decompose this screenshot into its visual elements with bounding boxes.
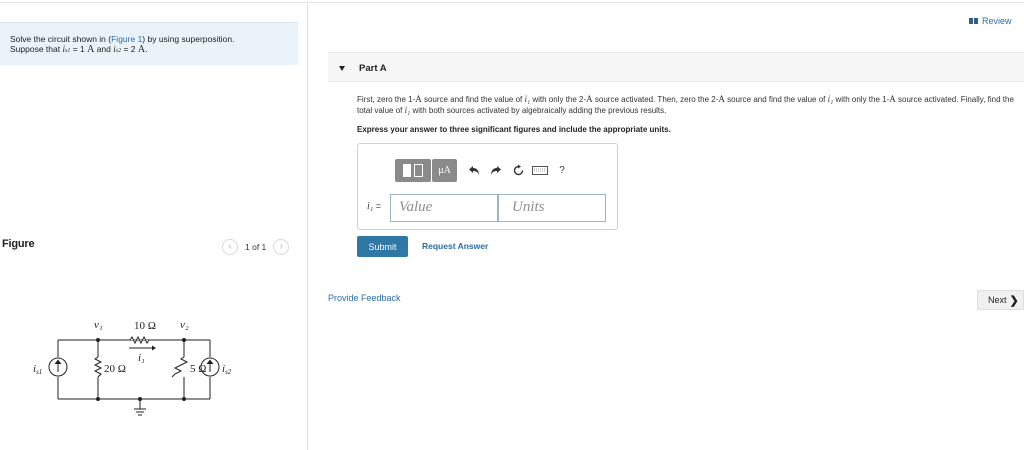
answer-box: μA ? i₁ = Value Units (357, 143, 618, 230)
units-button[interactable]: μA (432, 158, 457, 182)
math-toolbar: μA ? (395, 158, 573, 182)
figure-pager: ‹ 1 of 1 › (222, 239, 290, 255)
pane-divider (307, 2, 308, 450)
value-input[interactable]: Value (390, 194, 498, 222)
undo-icon (469, 165, 479, 175)
template-fraction-icon (414, 163, 423, 177)
keyboard-icon (532, 165, 548, 175)
circuit-diagram: v₁ 10 Ω v₂ i₁ 20 Ω 5 Ω is1 is2 (33, 319, 232, 416)
node-bottom-right-dot (182, 397, 186, 401)
figure-next-button[interactable]: › (273, 239, 290, 255)
answer-format-hint: Express your answer to three significant… (357, 125, 671, 134)
request-answer-link[interactable]: Request Answer (422, 241, 488, 251)
node-v1-dot (96, 338, 100, 342)
help-button[interactable]: ? (551, 159, 573, 182)
provide-feedback-link[interactable]: Provide Feedback (328, 293, 401, 303)
part-title: Part A (359, 63, 387, 74)
label-v1: v₁ (94, 319, 103, 331)
next-button[interactable]: Next ❯ (977, 290, 1024, 310)
templates-button[interactable] (395, 158, 431, 182)
review-label: Review (982, 16, 1012, 26)
label-is2: is2 (222, 363, 232, 376)
reset-button[interactable] (507, 159, 529, 182)
template-block-icon (403, 163, 411, 177)
node-bottom-left-dot (96, 397, 100, 401)
undo-button[interactable] (463, 159, 485, 182)
node-ground-dot (138, 397, 142, 401)
keyboard-button[interactable] (529, 159, 551, 182)
label-i1: i₁ (138, 352, 145, 364)
submit-button[interactable]: Submit (357, 236, 408, 257)
figure-prev-button[interactable]: ‹ (222, 239, 238, 255)
chevron-right-icon: ❯ (1009, 294, 1019, 307)
label-r-right: 5 Ω (190, 363, 206, 375)
figure-pager-text: 1 of 1 (245, 242, 267, 252)
label-is1: is1 (33, 363, 42, 376)
next-label: Next (988, 295, 1007, 305)
problem-statement: Solve the circuit shown in (Figure 1) by… (0, 22, 298, 65)
units-input[interactable]: Units (498, 194, 606, 222)
part-a-header[interactable]: Part A (328, 52, 1024, 82)
node-v2-dot (182, 338, 186, 342)
problem-line-1: Solve the circuit shown in (Figure 1) by… (10, 34, 235, 44)
label-r-left: 20 Ω (104, 363, 126, 375)
part-instructions: First, zero the 1-A source and find the … (357, 94, 1014, 115)
review-link[interactable]: Review (969, 16, 1012, 26)
problem-line-2: Suppose that is1 = 1 A and is2 = 2 A. (10, 44, 148, 55)
label-v2: v₂ (180, 319, 189, 331)
review-icon (969, 18, 978, 24)
top-rule (0, 2, 1024, 3)
reset-icon (513, 164, 523, 175)
figure-label: Figure (2, 238, 35, 250)
figure-link[interactable]: Figure 1 (111, 34, 142, 44)
answer-variable-label: i₁ = (367, 201, 382, 212)
label-r-top: 10 Ω (134, 320, 156, 332)
redo-button[interactable] (485, 159, 507, 182)
redo-icon (491, 165, 501, 175)
caret-down-icon (339, 66, 345, 71)
